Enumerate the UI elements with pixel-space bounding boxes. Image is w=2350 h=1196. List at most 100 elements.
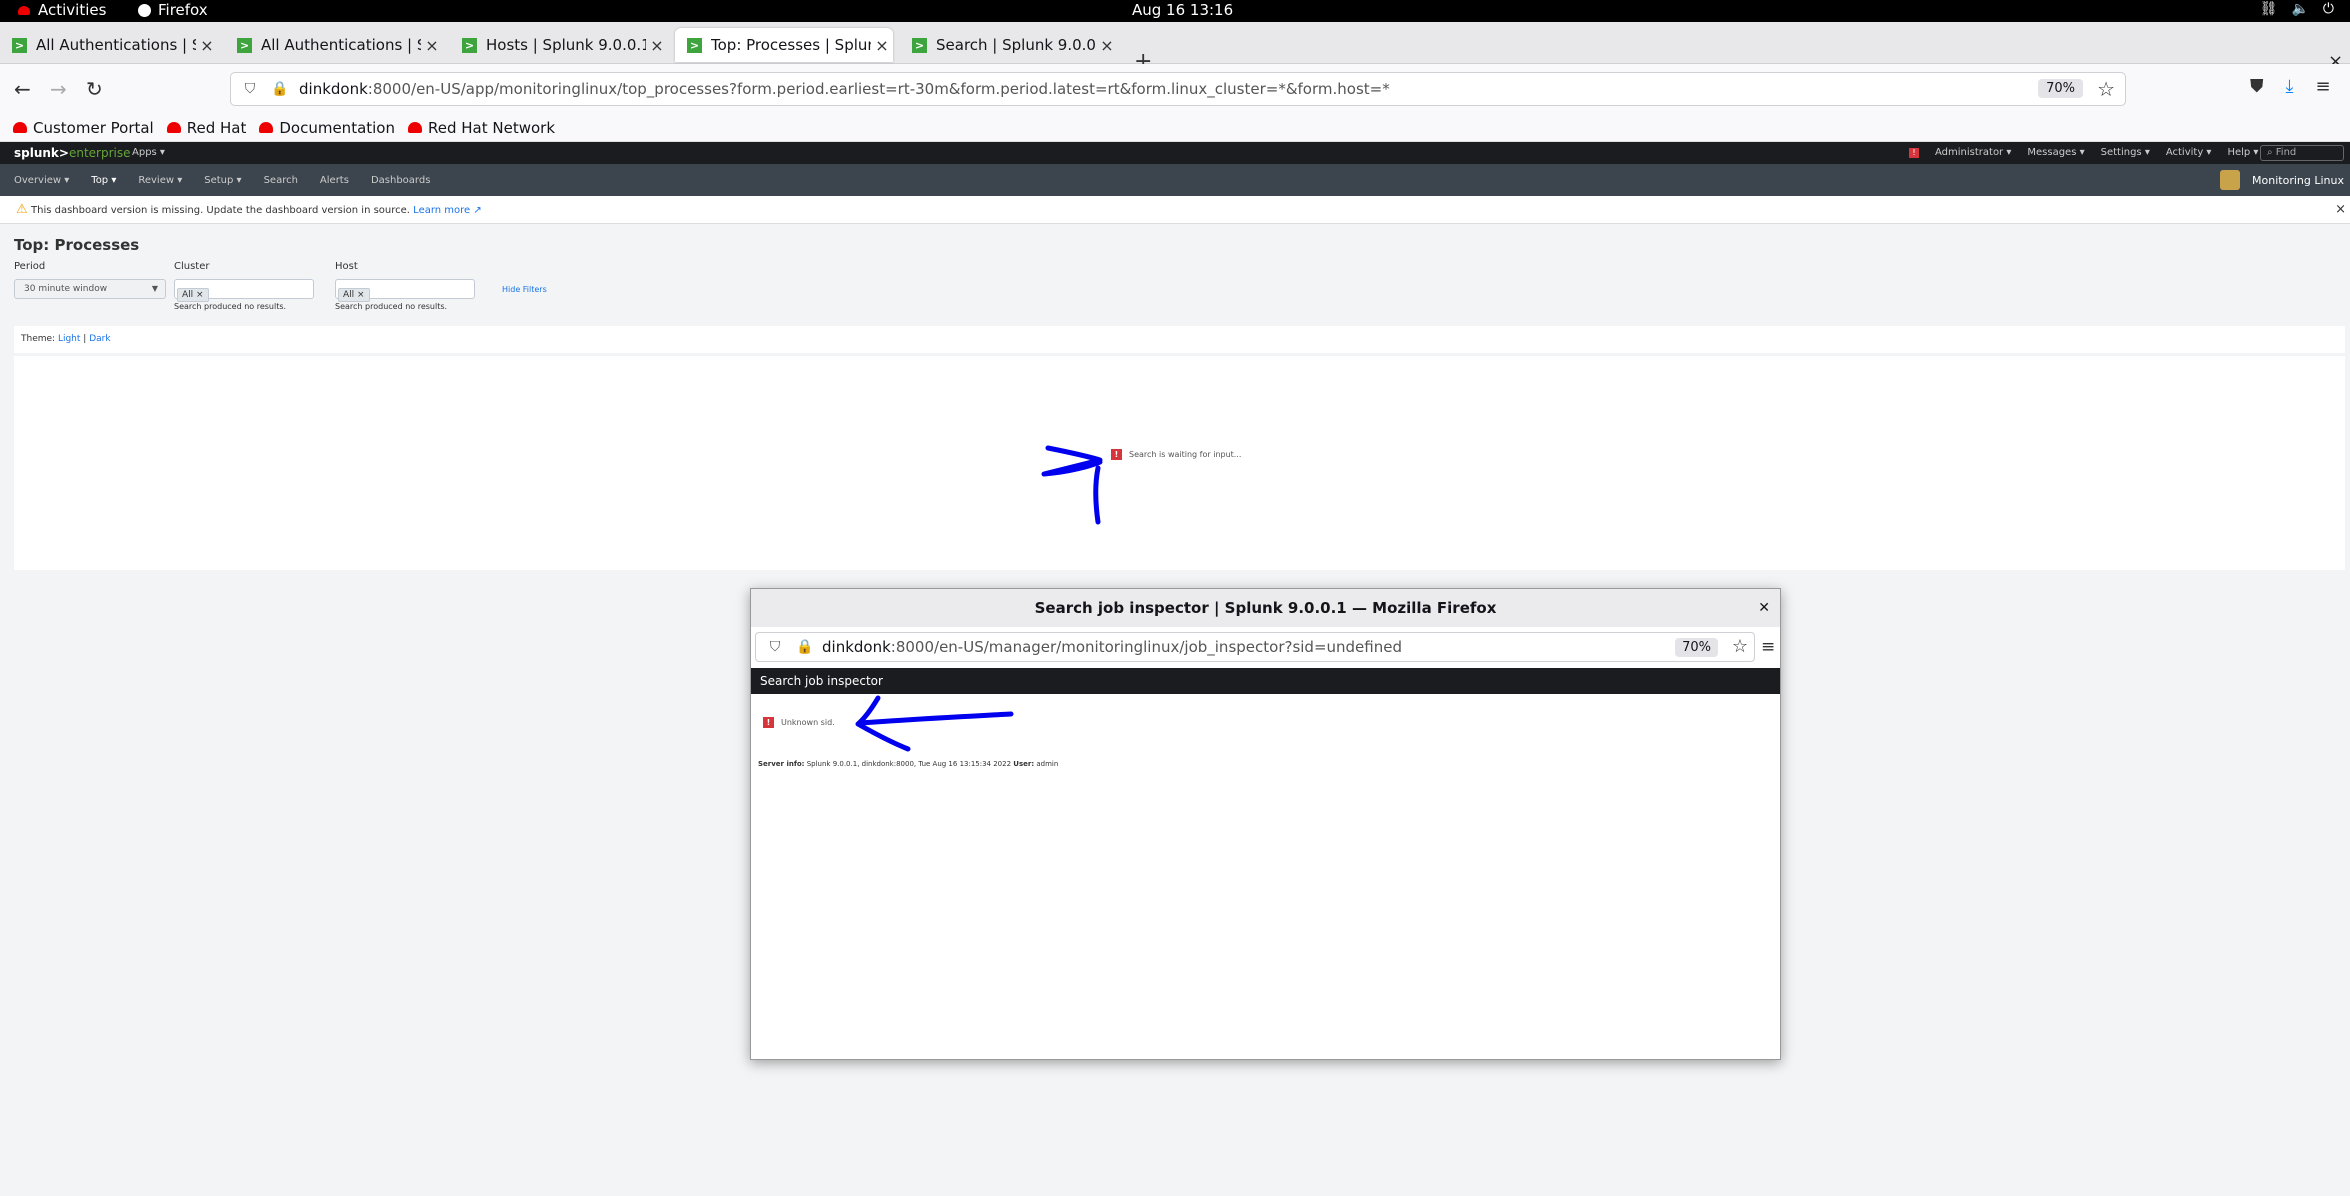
popup-zoom-indicator[interactable]: 70% <box>1675 638 1718 657</box>
splunk-favicon-icon: > <box>12 37 27 53</box>
redhat-icon <box>408 122 422 133</box>
period-label: Period <box>14 261 46 272</box>
url-path: :8000/en-US/app/monitoringlinux/top_proc… <box>367 80 1390 98</box>
host-multiselect[interactable]: All × <box>335 279 475 302</box>
shield-icon[interactable]: ⛉ <box>239 81 261 97</box>
cluster-no-results: Search produced no results. <box>174 302 287 311</box>
help-menu[interactable]: Help ▾ <box>2227 147 2258 158</box>
tab-bar: >All Authentications | Splunk× >All Auth… <box>0 22 2350 74</box>
period-dropdown[interactable]: 30 minute window ▼ <box>14 279 166 299</box>
splunk-favicon-icon: > <box>237 37 252 53</box>
close-tab-icon[interactable]: × <box>646 36 668 55</box>
cluster-multiselect[interactable]: All × <box>174 279 314 302</box>
close-tab-icon[interactable]: × <box>421 36 443 55</box>
splunk-favicon-icon: > <box>912 37 927 53</box>
nav-review[interactable]: Review ▾ <box>138 175 182 186</box>
back-button[interactable]: ← <box>14 77 31 101</box>
url-host: dinkdonk <box>299 80 368 98</box>
zoom-indicator[interactable]: 70% <box>2038 79 2083 98</box>
caret-down-icon: ▼ <box>151 284 158 293</box>
app-label[interactable]: Monitoring Linux <box>2220 170 2344 190</box>
host-no-results: Search produced no results. <box>335 302 448 311</box>
lock-icon[interactable]: 🔒 <box>794 639 816 655</box>
downloads-icon[interactable]: ⤓ <box>2286 76 2294 97</box>
tab-all-authentications-2[interactable]: >All Authentications | Splunk× <box>225 28 443 62</box>
lock-icon[interactable]: 🔒 <box>269 81 291 97</box>
tab-search[interactable]: > Search | Splunk 9.0.0.1 × <box>900 28 1118 62</box>
cluster-label: Cluster <box>174 261 210 272</box>
dashboard-version-alert: ⚠ This dashboard version is missing. Upd… <box>0 196 2350 224</box>
hide-filters-link[interactable]: Hide Filters <box>502 285 547 294</box>
bookmark-customer-portal[interactable]: Customer Portal <box>13 119 154 137</box>
splunk-header: splunk>enterprise Apps ▾ ! Administrator… <box>0 142 2350 164</box>
app-menu-firefox[interactable]: Firefox <box>138 1 208 19</box>
find-input[interactable]: ⌕ Find <box>2260 145 2344 161</box>
splunk-favicon-icon: > <box>687 37 702 53</box>
shield-icon[interactable]: ⛉ <box>764 639 786 655</box>
close-tab-icon[interactable]: × <box>1096 36 1118 55</box>
tab-all-authentications-1[interactable]: >All Authentications | Splunk× <box>0 28 218 62</box>
popup-menu-icon[interactable]: ≡ <box>1761 637 1775 657</box>
error-icon: ! <box>1111 449 1122 460</box>
cluster-chip-all[interactable]: All × <box>177 288 209 302</box>
messages-menu[interactable]: Messages ▾ <box>2027 147 2084 158</box>
error-badge-icon[interactable]: ! <box>1909 147 1919 158</box>
power-icon: ⏻ <box>2322 1 2334 17</box>
network-icon: ⛓ <box>2259 1 2278 17</box>
nav-overview[interactable]: Overview ▾ <box>14 175 69 186</box>
theme-row: Theme: Light | Dark <box>14 326 2345 353</box>
bookmark-star-icon[interactable]: ☆ <box>1732 636 1748 657</box>
nav-dashboards[interactable]: Dashboards <box>371 175 430 186</box>
close-alert-icon[interactable]: × <box>2335 202 2346 217</box>
theme-light-link[interactable]: Light <box>58 334 80 344</box>
alert-message: This dashboard version is missing. Updat… <box>31 205 410 216</box>
apps-menu[interactable]: Apps ▾ <box>132 147 165 158</box>
popup-titlebar[interactable]: Search job inspector | Splunk 9.0.0.1 — … <box>751 589 1780 627</box>
splunk-favicon-icon: > <box>462 37 477 53</box>
administrator-menu[interactable]: Administrator ▾ <box>1935 147 2011 158</box>
nav-alerts[interactable]: Alerts <box>320 175 349 186</box>
tab-hosts[interactable]: > Hosts | Splunk 9.0.0.1 × <box>450 28 668 62</box>
activities-button[interactable]: Activities <box>18 1 106 19</box>
redhat-icon <box>18 5 30 15</box>
gnome-top-bar: Activities Firefox Aug 16 13:16 ⛓ 🔈 ⏻ <box>0 0 2350 22</box>
popup-url-host: dinkdonk <box>822 638 891 656</box>
settings-menu[interactable]: Settings ▾ <box>2101 147 2150 158</box>
nav-search[interactable]: Search <box>264 175 298 186</box>
bookmark-red-hat[interactable]: Red Hat <box>166 119 246 137</box>
volume-icon: 🔈 <box>2291 1 2309 17</box>
redhat-icon <box>259 122 274 133</box>
inspector-header: Search job inspector <box>751 668 1780 694</box>
close-tab-icon[interactable]: × <box>871 36 893 55</box>
host-label: Host <box>335 261 358 272</box>
bookmark-documentation[interactable]: Documentation <box>259 119 395 137</box>
warning-icon: ⚠ <box>16 202 28 217</box>
navigation-toolbar: ← → ↻ ⛉ 🔒 dinkdonk:8000/en-US/app/monito… <box>0 64 2350 114</box>
system-tray[interactable]: ⛓ 🔈 ⏻ <box>2260 1 2334 17</box>
clock[interactable]: Aug 16 13:16 <box>1132 1 1233 19</box>
waiting-message: ! Search is waiting for input... <box>1111 449 1241 460</box>
popup-url-bar[interactable]: ⛉ 🔒 dinkdonk:8000/en-US/manager/monitori… <box>755 632 1755 662</box>
error-icon: ! <box>763 717 774 728</box>
forward-button[interactable]: → <box>50 77 67 101</box>
menu-icon[interactable]: ≡ <box>2315 76 2330 97</box>
nav-top[interactable]: Top ▾ <box>91 175 116 186</box>
splunk-header-menus: ! Administrator ▾ Messages ▾ Settings ▾ … <box>1909 147 2258 158</box>
url-bar[interactable]: ⛉ 🔒 dinkdonk:8000/en-US/app/monitoringli… <box>230 72 2126 106</box>
splunk-logo[interactable]: splunk>enterprise <box>14 146 131 160</box>
close-tab-icon[interactable]: × <box>196 36 218 55</box>
bookmark-red-hat-network[interactable]: Red Hat Network <box>408 119 555 137</box>
app-nav-bar: Overview ▾ Top ▾ Review ▾ Setup ▾ Search… <box>0 164 2350 196</box>
theme-dark-link[interactable]: Dark <box>89 334 110 344</box>
tab-top-processes[interactable]: >Top: Processes | Splunk 9.0.0.1× <box>675 28 893 62</box>
close-icon[interactable]: ✕ <box>1758 589 1770 627</box>
reload-button[interactable]: ↻ <box>86 77 103 101</box>
pocket-icon[interactable]: ⛊ <box>2250 76 2264 97</box>
activity-menu[interactable]: Activity ▾ <box>2166 147 2212 158</box>
unknown-sid-message: ! Unknown sid. <box>763 717 835 728</box>
nav-setup[interactable]: Setup ▾ <box>204 175 241 186</box>
learn-more-link[interactable]: Learn more ↗ <box>413 205 482 216</box>
host-chip-all[interactable]: All × <box>338 288 370 302</box>
redhat-icon <box>166 122 181 133</box>
bookmark-star-icon[interactable]: ☆ <box>2097 77 2115 101</box>
